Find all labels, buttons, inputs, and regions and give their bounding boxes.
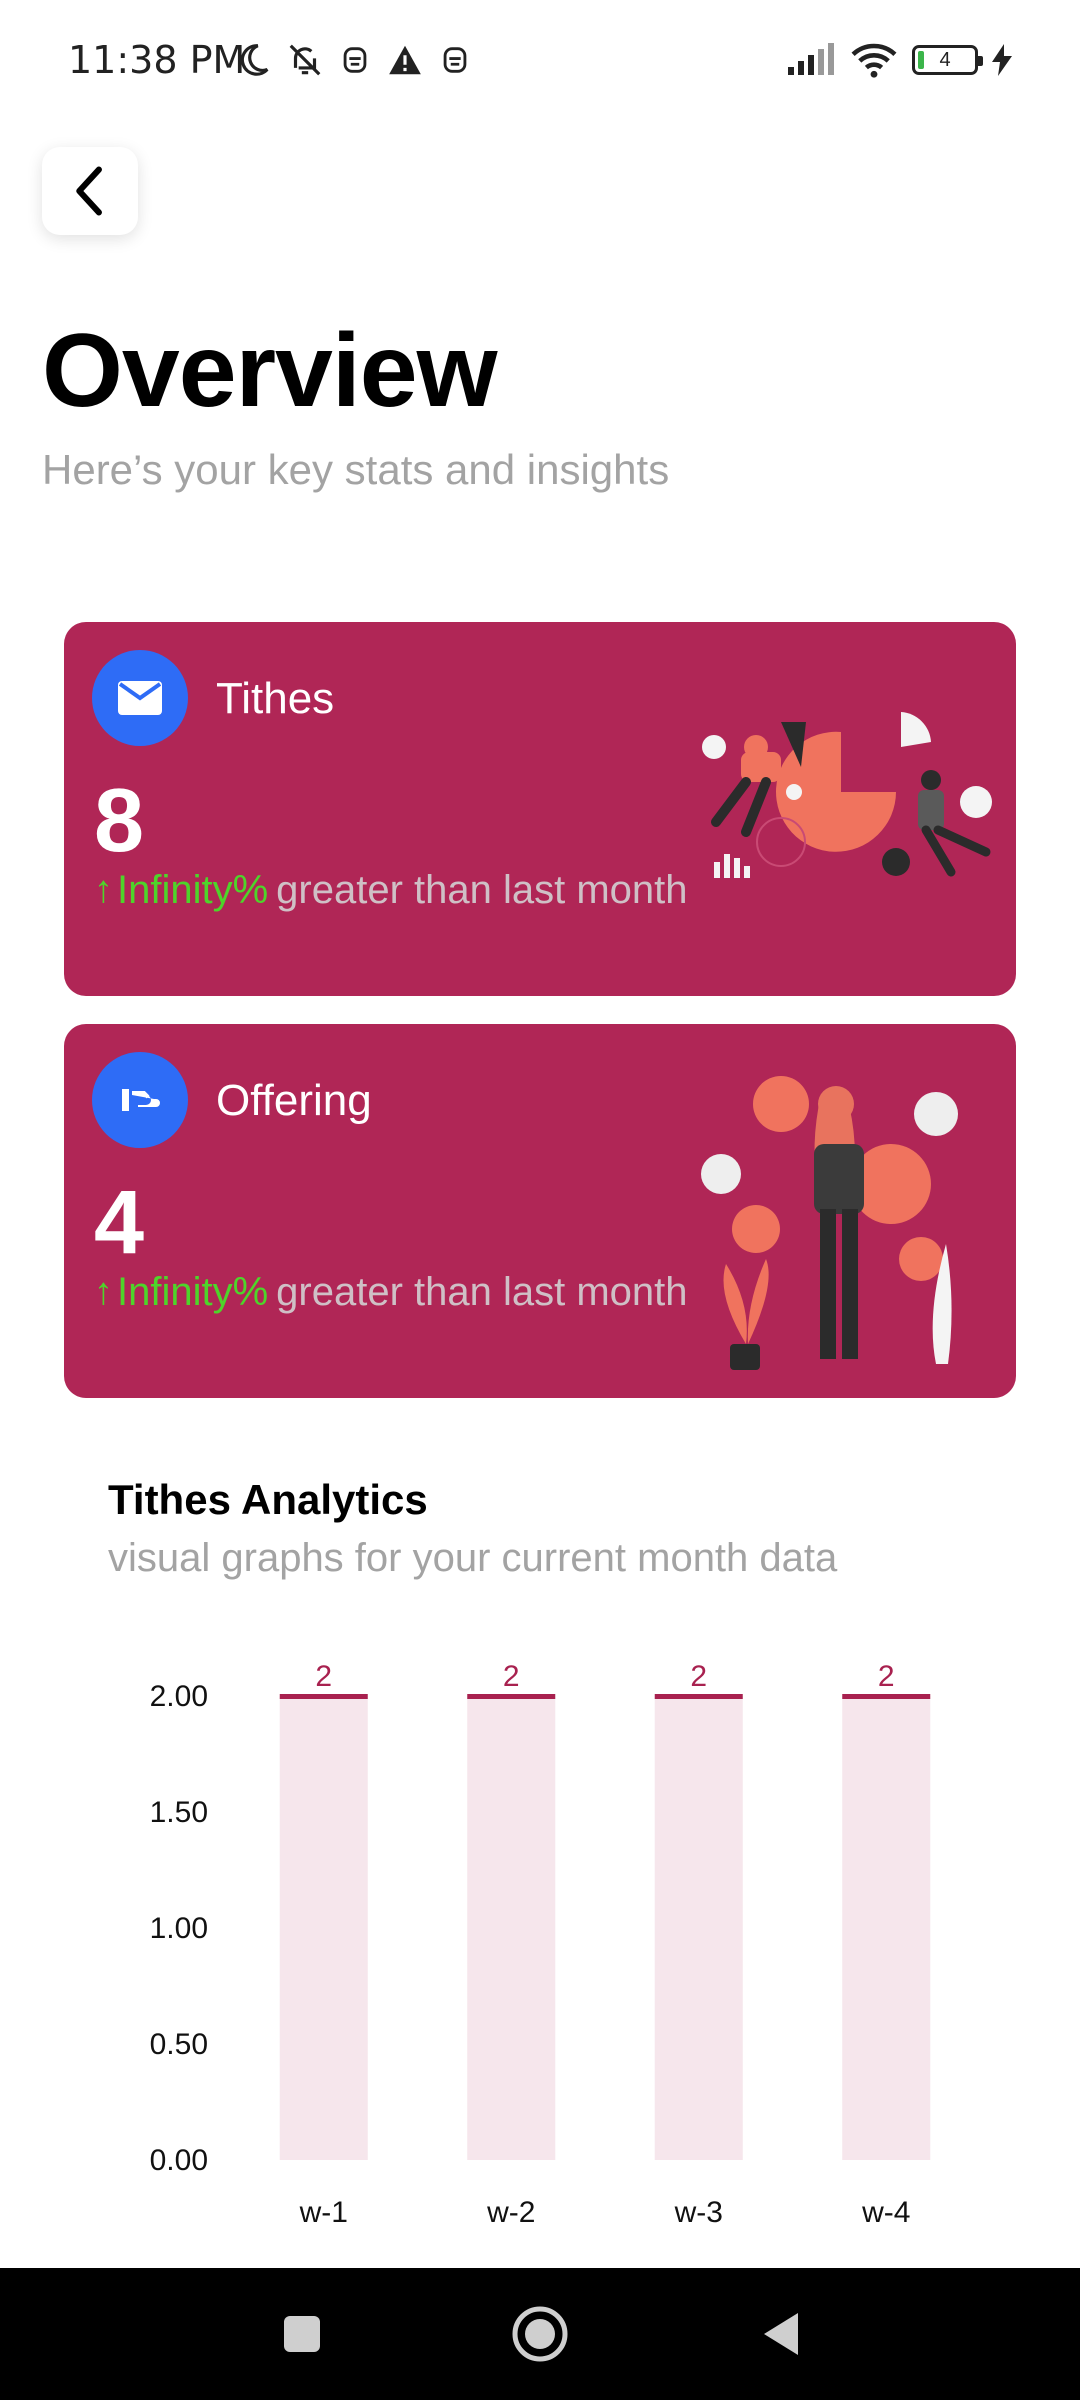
x-tick-label: w-1 — [299, 2196, 348, 2229]
tithes-value: 8 — [94, 771, 145, 871]
y-tick-label: 1.50 — [150, 1796, 208, 1829]
y-tick-label: 2.00 — [150, 1680, 208, 1713]
recents-button[interactable] — [270, 2302, 334, 2366]
status-bar: 11:38 PM 4 — [0, 0, 1080, 120]
system-icons: 4 — [786, 40, 1012, 80]
bar-top-line — [467, 1694, 556, 1699]
tithes-trend-percent: Infinity% — [117, 868, 269, 912]
chevron-left-icon — [76, 166, 102, 216]
bar-data-label: 2 — [690, 1660, 707, 1693]
y-tick-label: 0.50 — [150, 2028, 208, 2061]
notification-icons — [234, 38, 472, 82]
app-notification-icon — [443, 47, 467, 73]
offering-label: Offering — [216, 1076, 372, 1125]
offering-card[interactable]: Offering 4 ↑ Infinity% greater than last… — [64, 1024, 1016, 1398]
signal-icon — [788, 43, 834, 75]
bar-top-line — [842, 1694, 931, 1699]
tithes-card[interactable]: Tithes 8 ↑ Infinity% greater than last m… — [64, 622, 1016, 996]
battery-level: 4 — [939, 48, 951, 71]
bar-w-1[interactable] — [279, 1696, 368, 2160]
bar-w-4[interactable] — [842, 1696, 931, 2160]
status-time: 11:38 PM — [68, 38, 246, 82]
tithes-trend-text: greater than last month — [276, 868, 688, 912]
offering-value: 4 — [94, 1173, 145, 1273]
offering-icon-badge — [92, 1052, 188, 1148]
tithes-label: Tithes — [216, 674, 335, 723]
offering-illustration — [701, 1076, 958, 1370]
x-tick-label: w-3 — [674, 2196, 723, 2229]
bar-w-3[interactable] — [654, 1696, 743, 2160]
analytics-title: Tithes Analytics — [108, 1476, 428, 1523]
offering-trend-text: greater than last month — [276, 1270, 688, 1314]
x-tick-label: w-2 — [486, 2196, 535, 2229]
tithes-trend: ↑ Infinity% greater than last month — [94, 868, 688, 913]
bar-top-line — [279, 1694, 368, 1699]
tithes-illustration — [702, 712, 992, 878]
y-tick-label: 1.00 — [150, 1912, 208, 1945]
wifi-icon — [851, 43, 897, 78]
moon-icon — [240, 44, 269, 76]
x-tick-label: w-4 — [861, 2196, 910, 2229]
analytics-subtitle: visual graphs for your current month dat… — [108, 1536, 838, 1580]
battery-icon: 4 — [912, 45, 983, 75]
warning-icon — [389, 45, 421, 75]
bar-data-label: 2 — [503, 1660, 520, 1693]
bell-off-icon — [289, 44, 321, 76]
system-navigation-bar — [0, 2268, 1080, 2400]
bar-w-2[interactable] — [467, 1696, 556, 2160]
bar-data-label: 2 — [878, 1660, 895, 1693]
charging-icon — [992, 44, 1012, 76]
chart-svg: 0.00 0.50 1.00 1.50 2.00 2 w-1 2 w-2 2 w-3 2 w-4 — [150, 1660, 931, 2229]
arrow-up-icon: ↑ — [94, 869, 113, 911]
home-button[interactable] — [508, 2302, 572, 2366]
tithes-icon-badge — [92, 650, 188, 746]
square-icon — [284, 2316, 320, 2352]
hand-offering-icon — [122, 1089, 160, 1111]
offering-trend: ↑ Infinity% greater than last month — [94, 1270, 688, 1315]
y-tick-label: 0.00 — [150, 2144, 208, 2177]
back-nav-button[interactable] — [748, 2302, 812, 2366]
home-circle-icon — [512, 2306, 568, 2362]
app-notification-icon — [343, 47, 367, 73]
bar-data-label: 2 — [315, 1660, 332, 1693]
offering-trend-percent: Infinity% — [117, 1270, 269, 1314]
back-button[interactable] — [42, 147, 138, 235]
bar-top-line — [654, 1694, 743, 1699]
page-subtitle: Here’s your key stats and insights — [42, 446, 670, 493]
envelope-icon — [118, 681, 162, 715]
page-title: Overview — [42, 313, 498, 429]
tithes-bar-chart: 0.00 0.50 1.00 1.50 2.00 2 w-1 2 w-2 2 w-3 2 w-4 — [100, 1660, 1000, 2240]
arrow-up-icon: ↑ — [94, 1271, 113, 1313]
triangle-back-icon — [764, 2313, 798, 2355]
